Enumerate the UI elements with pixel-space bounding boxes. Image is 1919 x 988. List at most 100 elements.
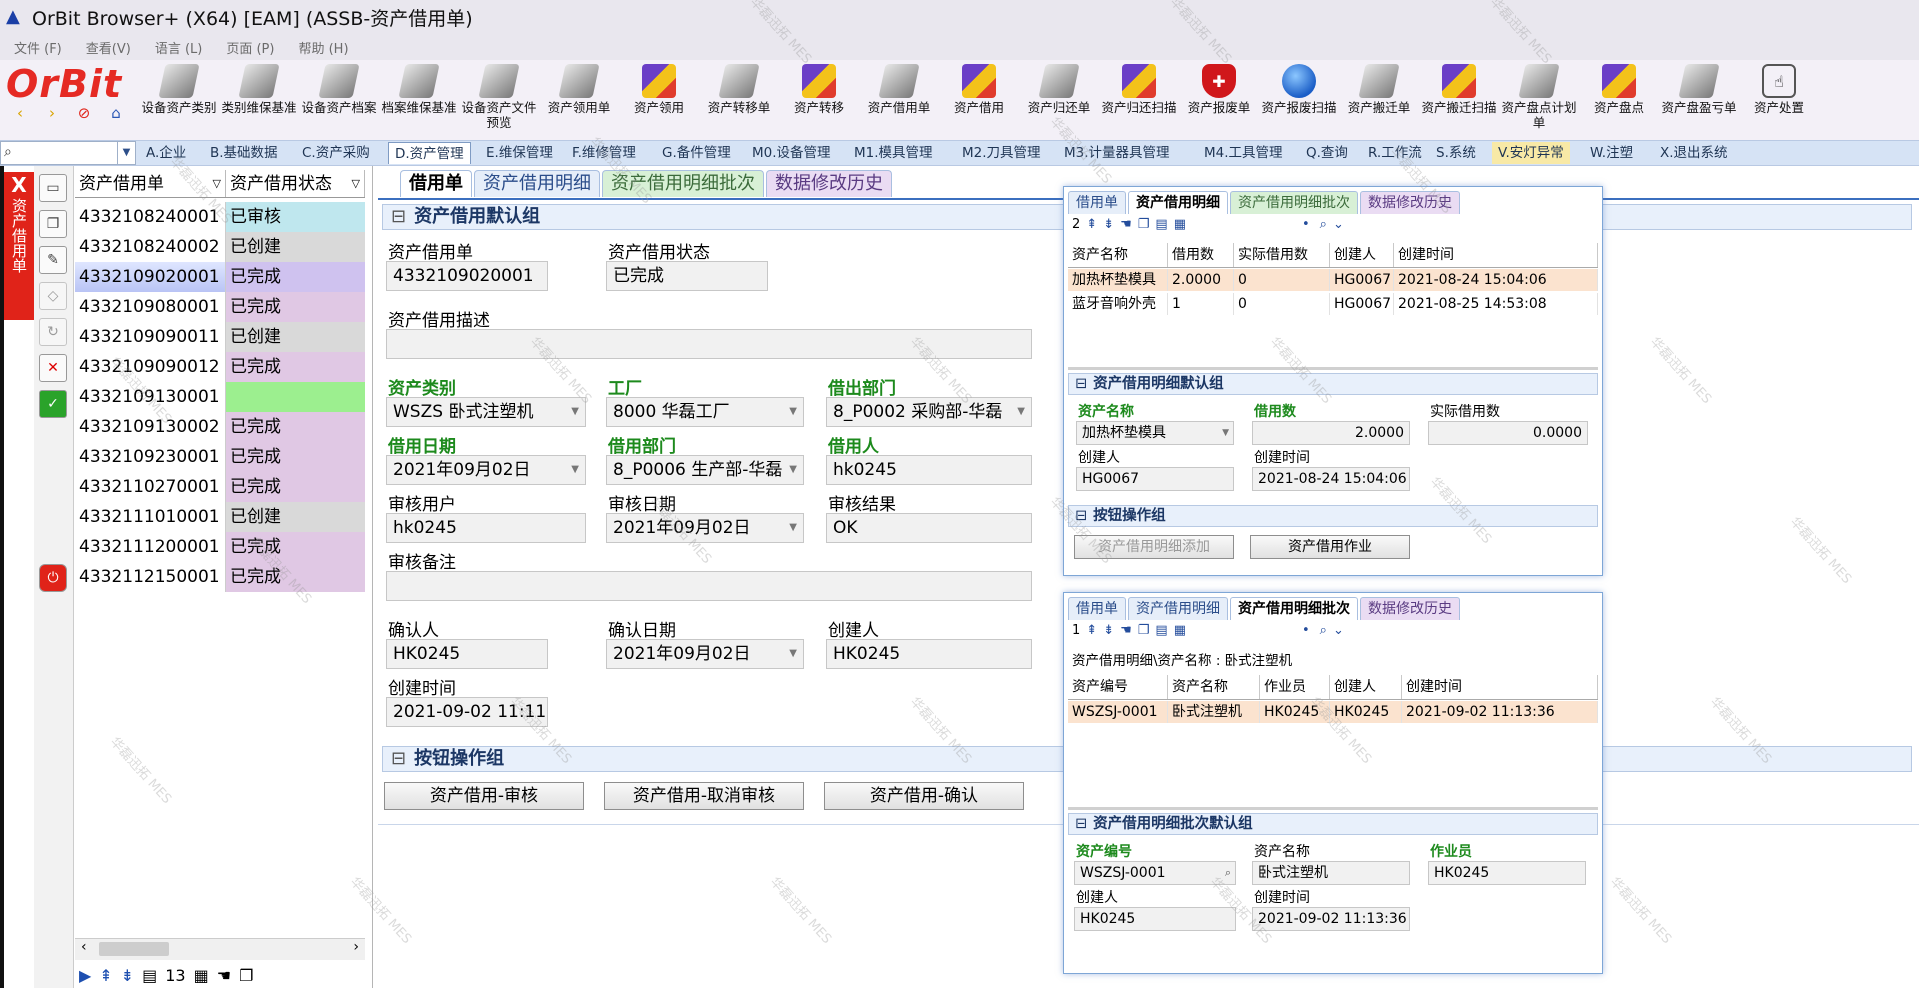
module-tab-9[interactable]: M2.刀具管理 <box>956 142 1047 164</box>
doc-field[interactable]: 4332109020001 <box>386 261 548 291</box>
filter-icon[interactable]: ⌕ <box>1320 217 1327 232</box>
filter-icon[interactable]: ▽ <box>213 170 221 198</box>
hand-icon[interactable]: ☚ <box>217 966 231 985</box>
popup1-section-buttons[interactable]: ⊟ 按钮操作组 <box>1068 505 1598 527</box>
popup1-tab-doc[interactable]: 借用单 <box>1068 191 1126 214</box>
list-item[interactable]: 4332111200001 已完成 <box>75 532 365 562</box>
module-tab-12[interactable]: Q.查询 <box>1300 142 1354 164</box>
module-tab-1[interactable]: B.基础数据 <box>204 142 284 164</box>
eraser-icon[interactable]: ◇ <box>39 282 67 310</box>
toolbar-button-15[interactable]: 资产搬迁单 <box>1340 64 1418 115</box>
p1-creator-field[interactable]: HG0067 <box>1076 467 1234 491</box>
plant-select[interactable]: 8000 华磊工厂 ▼ <box>606 397 804 427</box>
p2-code-field[interactable]: WSZSJ-0001 ⌕ <box>1074 861 1236 885</box>
toolbar-button-3[interactable]: 档案维保基准 <box>380 64 458 115</box>
borrower-field[interactable]: hk0245 <box>826 455 1032 485</box>
tab-borrow-batch[interactable]: 资产借用明细批次 <box>602 170 764 197</box>
search-icon[interactable]: ⌕ <box>1225 862 1231 884</box>
last-icon[interactable]: ⇟ <box>1103 217 1114 232</box>
confirm-field[interactable]: HK0245 <box>386 639 548 669</box>
list-item[interactable]: 4332109090012 已完成 <box>75 352 365 382</box>
toolbar-button-10[interactable]: 资产借用 <box>940 64 1018 115</box>
vertical-tab-asset-borrow[interactable]: X 资产借用单 <box>4 172 34 320</box>
toolbar-button-0[interactable]: 设备资产类别 <box>140 64 218 115</box>
list-item[interactable]: 4332108240001 已审核 <box>75 202 365 232</box>
menu-help[interactable]: 帮助 (H) <box>298 38 348 57</box>
chevron-down-icon[interactable]: ▼ <box>117 142 135 164</box>
p2-created-field[interactable]: 2021-09-02 11:13:36 <box>1252 907 1410 931</box>
p1-actual-field[interactable]: 0.0000 <box>1428 421 1588 445</box>
grid-icon[interactable]: ▦ <box>1174 217 1186 232</box>
back-icon[interactable]: ‹ <box>10 104 30 122</box>
toolbar-button-16[interactable]: 资产搬迁扫描 <box>1420 64 1498 115</box>
tab-history[interactable]: 数据修改历史 <box>766 170 892 197</box>
status-field[interactable]: 已完成 <box>606 261 768 291</box>
module-tab-3[interactable]: D.资产管理 <box>388 142 471 164</box>
next-icon[interactable]: ▶ <box>79 966 91 985</box>
module-tab-7[interactable]: M0.设备管理 <box>746 142 837 164</box>
toolbar-button-12[interactable]: 资产归还扫描 <box>1100 64 1178 115</box>
module-tab-17[interactable]: X.退出系统 <box>1654 142 1734 164</box>
first-icon[interactable]: ⇞ <box>99 966 112 985</box>
list-item[interactable]: 4332110270001 已完成 <box>75 472 365 502</box>
hand-icon[interactable]: ☚ <box>1120 623 1132 638</box>
borrow-dept-select[interactable]: 8_P0006 生产部-华磊 ▼ <box>606 455 804 485</box>
first-icon[interactable]: ⇞ <box>1086 217 1097 232</box>
module-tab-4[interactable]: E.维保管理 <box>480 142 559 164</box>
p2-name-field[interactable]: 卧式注塑机 <box>1252 861 1410 885</box>
audit-user-field[interactable]: hk0245 <box>386 513 586 543</box>
table-row[interactable]: 蓝牙音响外壳 1 0 HG0067 2021-08-25 14:53:08 <box>1068 293 1598 315</box>
chevron-down-icon[interactable]: ▼ <box>789 514 797 542</box>
note-icon[interactable]: ▭ <box>39 174 67 202</box>
stop-icon[interactable]: ⊘ <box>74 104 94 122</box>
col-asset-name[interactable]: 资产名称 <box>1068 243 1168 267</box>
popup2-tab-doc[interactable]: 借用单 <box>1068 597 1126 620</box>
power-icon[interactable]: ⏻ <box>39 564 67 592</box>
copy-icon[interactable]: ❐ <box>39 210 67 238</box>
borrow-date-picker[interactable]: 2021年09月02日 ▼ <box>386 455 586 485</box>
last-icon[interactable]: ⇟ <box>121 966 134 985</box>
filter-icon[interactable]: ⌕ <box>1320 623 1327 638</box>
last-icon[interactable]: ⇟ <box>1103 623 1114 638</box>
forward-icon[interactable]: › <box>42 104 62 122</box>
module-tab-13[interactable]: R.工作流 <box>1362 142 1428 164</box>
toolbar-button-6[interactable]: 资产领用 <box>620 64 698 115</box>
column-header-doc[interactable]: 资产借用单 ▽ <box>75 170 226 197</box>
module-tab-10[interactable]: M3.计量器具管理 <box>1058 142 1176 164</box>
copy-icon[interactable]: ❐ <box>1138 623 1150 638</box>
chevron-down-icon[interactable]: ▼ <box>789 398 797 426</box>
module-tab-6[interactable]: G.备件管理 <box>656 142 737 164</box>
export-icon[interactable]: ▤ <box>142 966 157 985</box>
list-item[interactable]: 4332109130002 已完成 <box>75 412 365 442</box>
p2-creator-field[interactable]: HK0245 <box>1074 907 1236 931</box>
category-select[interactable]: WSZS 卧式注塑机 ▼ <box>386 397 586 427</box>
form-icon[interactable]: ▤ <box>1155 623 1167 638</box>
p1-created-field[interactable]: 2021-08-24 15:04:06 <box>1252 467 1410 491</box>
audit-result-field[interactable]: OK <box>826 513 1032 543</box>
expand-icon[interactable]: ⌄ <box>1333 217 1344 232</box>
chevron-down-icon[interactable]: ▼ <box>1017 398 1025 426</box>
list-item[interactable]: 4332112150001 已完成 <box>75 562 365 592</box>
list-item[interactable]: 4332111010001 已创建 <box>75 502 365 532</box>
toolbar-button-2[interactable]: 设备资产档案 <box>300 64 378 115</box>
collapse-icon[interactable]: ⊟ <box>391 206 406 227</box>
col-created[interactable]: 创建时间 <box>1394 243 1598 267</box>
toolbar-button-7[interactable]: 资产转移单 <box>700 64 778 115</box>
list-item[interactable]: 4332108240002 已创建 <box>75 232 365 262</box>
toolbar-button-19[interactable]: 资产盘盈亏单 <box>1660 64 1738 115</box>
confirm-date-picker[interactable]: 2021年09月02日 ▼ <box>606 639 804 669</box>
refresh-icon[interactable]: ↻ <box>39 318 67 346</box>
col-creator[interactable]: 创建人 <box>1330 243 1394 267</box>
p2-operator-field[interactable]: HK0245 <box>1428 861 1586 885</box>
toolbar-button-4[interactable]: 设备资产文件预览 <box>460 64 538 130</box>
chevron-down-icon[interactable]: ▼ <box>1222 422 1229 444</box>
list-item[interactable]: 4332109080001 已完成 <box>75 292 365 322</box>
chevron-down-icon[interactable]: ▼ <box>571 398 579 426</box>
menu-file[interactable]: 文件 (F) <box>14 38 62 57</box>
filter-icon[interactable]: ▽ <box>352 170 360 198</box>
audit-button[interactable]: 资产借用-审核 <box>384 782 584 810</box>
tab-borrow-doc[interactable]: 借用单 <box>400 170 472 197</box>
creator-field[interactable]: HK0245 <box>826 639 1032 669</box>
menu-page[interactable]: 页面 (P) <box>226 38 274 57</box>
list-item[interactable]: 4332109020001 已完成 <box>75 262 365 292</box>
